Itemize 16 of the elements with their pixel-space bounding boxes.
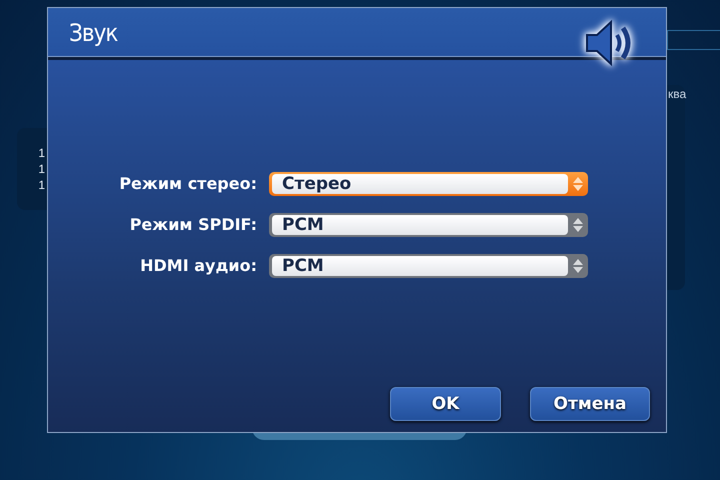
updown-arrows-icon [573, 259, 583, 273]
cancel-button[interactable]: Отмена [530, 387, 650, 421]
updown-arrows-icon [573, 218, 583, 232]
panel-text: 1 [38, 146, 45, 160]
dropdown[interactable]: PCM [269, 254, 588, 278]
panel-text: ква [668, 87, 686, 101]
field-label: Режим стерео: [119, 173, 257, 195]
panel-text: 1 [38, 162, 45, 176]
panel-text: 1 [38, 178, 45, 192]
ok-button[interactable]: OK [390, 387, 501, 421]
field-label: HDMI аудио: [140, 255, 257, 277]
dropdown[interactable]: Стерео [269, 172, 588, 196]
updown-arrows-icon [573, 177, 583, 191]
field-label: Режим SPDIF: [130, 214, 257, 236]
window-title: Звук [69, 18, 118, 46]
dropdown[interactable]: PCM [269, 213, 588, 237]
